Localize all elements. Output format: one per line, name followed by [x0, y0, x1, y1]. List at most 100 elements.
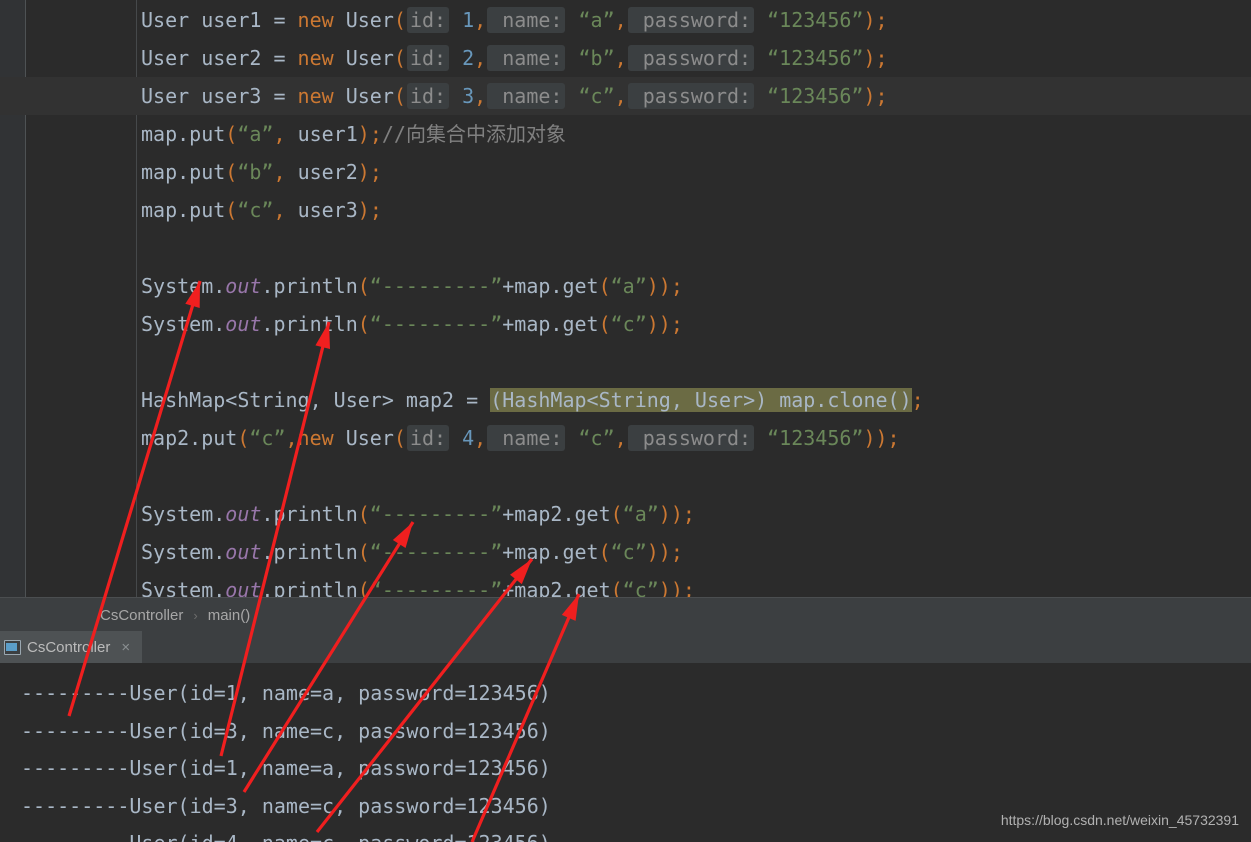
line-print-map-a[interactable]: System.out.println(“---------”+map.get(“…: [0, 267, 1251, 305]
code-token: ,: [474, 8, 487, 32]
code-token: (: [357, 502, 370, 526]
code-token: user2 =: [189, 46, 298, 70]
code-token: ));: [646, 274, 683, 298]
code-editor[interactable]: User user1 = new User(id: 1, name: “a”, …: [0, 0, 1251, 597]
console-output-line: ---------User(id=1, name=a, password=123…: [21, 756, 551, 780]
line-user1-text: User user1 = new User(id: 1, name: “a”, …: [141, 1, 888, 39]
code-token: .println: [261, 540, 358, 564]
console-window-icon: [4, 640, 21, 655]
code-token: ,: [474, 426, 487, 450]
code-token: User: [333, 84, 394, 108]
code-token: (: [393, 8, 406, 32]
code-token: );: [357, 160, 382, 184]
console-output-line: ---------User(id=3, name=c, password=123…: [21, 718, 551, 743]
code-token: User: [333, 8, 394, 32]
code-token: “c”: [566, 84, 615, 108]
code-token: name:: [487, 83, 566, 109]
code-token: “---------”: [369, 502, 503, 526]
close-icon[interactable]: ×: [121, 639, 130, 656]
code-token: “c”: [566, 426, 615, 450]
line-put-b-text: map.put(“b”, user2);: [141, 153, 382, 191]
console-output-line: ---------User(id=3, name=c, password=123…: [21, 793, 551, 818]
code-token: out: [225, 274, 262, 298]
code-token: );: [357, 198, 382, 222]
code-token: (: [225, 122, 238, 146]
code-token: +map.get: [502, 274, 599, 298]
breadcrumb-class[interactable]: CsController: [96, 607, 187, 624]
code-token: map2 =: [393, 388, 491, 412]
code-token: (: [357, 540, 370, 564]
line-user1[interactable]: User user1 = new User(id: 1, name: “a”, …: [0, 1, 1251, 39]
console-output-line: ---------User(id=4, name=c, password=123…: [21, 825, 551, 842]
code-token: ));: [658, 578, 695, 597]
code-token: (: [357, 312, 370, 336]
code-token: map.put: [141, 198, 226, 222]
code-token: (: [393, 84, 406, 108]
code-token: password:: [627, 7, 755, 33]
code-token: “123456”: [755, 426, 864, 450]
line-print-map2-c[interactable]: System.out.println(“---------”+map2.get(…: [0, 571, 1251, 597]
code-token: ,: [614, 84, 627, 108]
line-blank-1[interactable]: [0, 229, 1251, 267]
code-token: “---------”: [369, 578, 503, 597]
line-put-c-text: map.put(“c”, user3);: [141, 191, 382, 229]
code-token: ));: [658, 502, 695, 526]
line-put-c[interactable]: map.put(“c”, user3);: [0, 191, 1251, 229]
line-put-map2-c[interactable]: map2.put(“c”,new User(id: 4, name: “c”, …: [0, 419, 1251, 457]
line-put-a[interactable]: map.put(“a”, user1);//向集合中添加对象: [0, 115, 1251, 153]
code-token: “c”: [610, 540, 647, 564]
code-token: “123456”: [755, 8, 864, 32]
line-clone[interactable]: HashMap<String, User> map2 = (HashMap<St…: [0, 381, 1251, 419]
code-token: (: [598, 274, 611, 298]
tab-cscontroller[interactable]: CsController ×: [0, 631, 143, 663]
code-token: (HashMap<String, User>) map.clone(): [490, 388, 912, 412]
code-token: User: [141, 84, 190, 108]
code-token: System.: [141, 274, 226, 298]
line-user2-text: User user2 = new User(id: 2, name: “b”, …: [141, 39, 888, 77]
code-token: (: [610, 502, 623, 526]
line-user2[interactable]: User user2 = new User(id: 2, name: “b”, …: [0, 39, 1251, 77]
code-token: 4: [450, 426, 475, 450]
code-token: User: [141, 46, 190, 70]
code-token: “123456”: [755, 84, 864, 108]
line-print-map2-c-text: System.out.println(“---------”+map2.get(…: [141, 571, 695, 597]
code-token: user1: [297, 122, 358, 146]
line-print-map-a-text: System.out.println(“---------”+map.get(“…: [141, 267, 683, 305]
code-token: );: [863, 8, 888, 32]
code-token: //向集合中添加对象: [381, 122, 566, 146]
code-token: (: [393, 46, 406, 70]
code-token: new: [297, 8, 334, 32]
line-blank-3[interactable]: [0, 457, 1251, 495]
line-blank-2[interactable]: [0, 343, 1251, 381]
code-token: password:: [627, 83, 755, 109]
code-token: user3 =: [189, 84, 298, 108]
code-token: out: [225, 502, 262, 526]
code-token: “---------”: [369, 540, 503, 564]
line-put-a-text: map.put(“a”, user1);//向集合中添加对象: [141, 115, 566, 153]
code-token: “a”: [622, 502, 659, 526]
code-line-list: User user1 = new User(id: 1, name: “a”, …: [0, 0, 1251, 597]
code-token: ,: [614, 426, 627, 450]
line-put-b[interactable]: map.put(“b”, user2);: [0, 153, 1251, 191]
code-token: “123456”: [755, 46, 864, 70]
line-print-map-c2[interactable]: System.out.println(“---------”+map.get(“…: [0, 533, 1251, 571]
code-token: ,: [474, 84, 487, 108]
line-print-map-c[interactable]: System.out.println(“---------”+map.get(“…: [0, 305, 1251, 343]
code-token: (: [237, 426, 250, 450]
code-token: password:: [627, 45, 755, 71]
breadcrumb[interactable]: CsController › main(): [0, 597, 1251, 632]
code-token: (: [610, 578, 623, 597]
code-token: “b”: [566, 46, 615, 70]
code-token: map.put: [141, 160, 226, 184]
line-user3[interactable]: User user3 = new User(id: 3, name: “c”, …: [0, 77, 1251, 115]
breadcrumb-method[interactable]: main(): [204, 607, 255, 624]
code-token: id:: [406, 83, 450, 109]
code-token: map2.put: [141, 426, 238, 450]
code-token: out: [225, 540, 262, 564]
tab-bar-empty-area: [148, 631, 1251, 663]
tool-window-tab-bar: CsController ×: [0, 631, 1251, 663]
code-token: (: [225, 198, 238, 222]
line-print-map2-a[interactable]: System.out.println(“---------”+map2.get(…: [0, 495, 1251, 533]
code-token: “c”: [622, 578, 659, 597]
code-token: (: [598, 312, 611, 336]
